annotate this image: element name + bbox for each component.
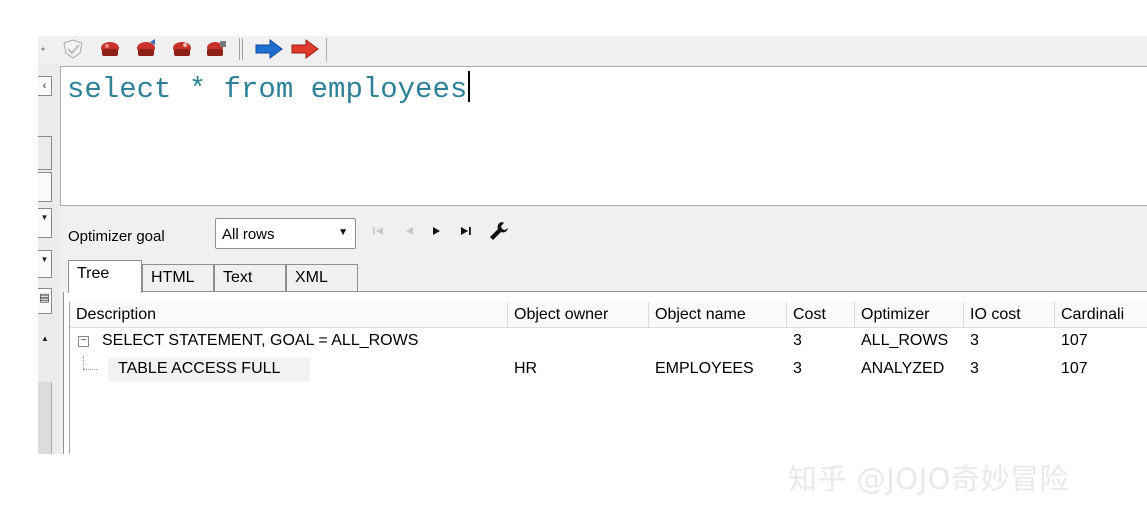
col-cardinality[interactable]: Cardinali [1055, 302, 1147, 328]
sql-tool-window: ‹ ▼ ▼ ▤ ▲ select * from employees Optimi… [38, 36, 1147, 454]
commit-icon[interactable] [98, 39, 122, 59]
cell-description: TABLE ACCESS FULL [118, 360, 281, 377]
col-io-cost[interactable]: IO cost [964, 302, 1055, 328]
sql-text[interactable]: select * from employees [67, 71, 471, 106]
side-scroll-track[interactable] [38, 382, 52, 454]
tree-expand-icon[interactable]: − [78, 336, 89, 347]
table-row[interactable]: TABLE ACCESS FULL HR EMPLOYEES 3 ANALYZE… [70, 356, 1147, 384]
toolbar-separator [239, 38, 240, 60]
left-button-strip: ‹ ▼ ▼ ▤ ▲ [38, 64, 60, 454]
cell-io-cost: 3 [970, 360, 979, 377]
optimizer-bar: Optimizer goal All rows ▼ [60, 212, 1147, 256]
arrow-right-blue-icon[interactable] [254, 39, 284, 59]
col-optimizer[interactable]: Optimizer [855, 302, 964, 328]
cell-cardinality: 107 [1061, 332, 1088, 349]
cell-owner [508, 328, 514, 356]
sql-editor[interactable]: select * from employees [60, 66, 1147, 206]
tab-text[interactable]: Text [214, 264, 286, 292]
tab-tree[interactable]: Tree [68, 260, 142, 293]
side-up-arrow-icon[interactable]: ▲ [38, 330, 52, 348]
tree-connector-h [83, 369, 97, 370]
check-shield-icon[interactable] [60, 39, 86, 59]
collapse-left-button[interactable]: ‹ [38, 76, 52, 96]
cell-description: SELECT STATEMENT, GOAL = ALL_ROWS [102, 332, 419, 349]
toolbar-separator [242, 38, 243, 60]
tab-html[interactable]: HTML [142, 264, 214, 292]
cell-optimizer: ANALYZED [861, 360, 945, 377]
last-icon[interactable] [458, 224, 474, 238]
toolbar [38, 36, 1147, 64]
cell-optimizer: ALL_ROWS [861, 332, 949, 349]
optimizer-goal-value: All rows [222, 226, 275, 243]
first-icon[interactable] [371, 224, 387, 238]
optimizer-goal-label: Optimizer goal [68, 228, 165, 245]
arrow-right-red-icon[interactable] [290, 39, 320, 59]
cell-owner: HR [514, 360, 538, 377]
side-divider [38, 136, 52, 170]
database-red-icon[interactable] [170, 39, 194, 59]
cell-name: EMPLOYEES [655, 360, 754, 377]
plan-tabs: Tree HTML Text XML [60, 258, 1147, 293]
cell-cost: 3 [793, 332, 802, 349]
prev-icon[interactable] [402, 224, 416, 238]
chevron-down-icon: ▼ [338, 227, 348, 238]
side-doc-icon[interactable]: ▤ [38, 288, 52, 314]
optimizer-goal-select[interactable]: All rows ▼ [215, 218, 356, 249]
col-description[interactable]: Description [70, 302, 508, 328]
tab-xml[interactable]: XML [286, 264, 358, 292]
cell-cardinality: 107 [1061, 360, 1088, 377]
database-stop-icon[interactable] [204, 39, 228, 59]
cell-io-cost: 3 [970, 332, 979, 349]
cell-cost: 3 [793, 360, 802, 377]
toolbar-grip-icon [41, 47, 45, 51]
plan-grid: Description Object owner Object name Cos… [69, 302, 1147, 454]
side-dropdown-button-2[interactable]: ▼ [38, 250, 52, 278]
sql-text-value: select * from employees [67, 73, 468, 106]
grid-header: Description Object owner Object name Cos… [70, 302, 1147, 328]
table-row[interactable]: − SELECT STATEMENT, GOAL = ALL_ROWS 3 AL… [70, 328, 1147, 356]
col-cost[interactable]: Cost [787, 302, 855, 328]
side-dropdown-button[interactable]: ▼ [38, 208, 52, 238]
col-object-name[interactable]: Object name [649, 302, 787, 328]
tree-connector [83, 356, 84, 369]
watermark-text: 知乎 @JOJO奇妙冒险 [788, 462, 1069, 496]
plan-panel: Description Object owner Object name Cos… [63, 292, 1147, 454]
col-object-owner[interactable]: Object owner [508, 302, 649, 328]
cell-name [649, 328, 655, 356]
next-icon[interactable] [430, 224, 444, 238]
text-caret [468, 71, 471, 102]
rollback-icon[interactable] [134, 39, 158, 59]
side-blank-button[interactable] [38, 172, 52, 202]
toolbar-end [326, 38, 327, 62]
wrench-icon[interactable] [488, 220, 510, 242]
